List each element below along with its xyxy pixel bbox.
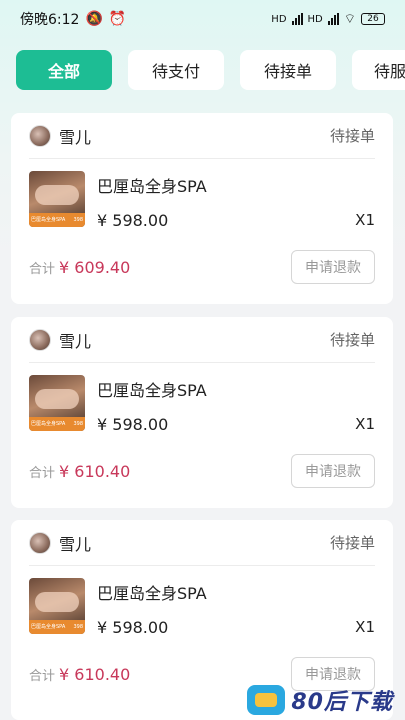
signal-icon-2 <box>327 13 339 25</box>
item-title: 巴厘岛全身SPA <box>97 381 207 400</box>
product-thumbnail: 巴厘岛全身SPA 398 <box>29 578 85 634</box>
thumbnail-caption: 巴厘岛全身SPA 398 <box>29 620 85 634</box>
network-label-1: HD <box>271 13 287 25</box>
order-card[interactable]: 雪儿 待接单 巴厘岛全身SPA 398 巴厘岛全身SPA ¥ 598.00 X1… <box>11 317 393 508</box>
order-card-footer: 合计 ¥ 610.40 申请退款 <box>29 447 375 495</box>
item-price: ¥ 598.00 <box>97 211 169 230</box>
thumbnail-figure <box>35 389 79 409</box>
order-tabs: 全部 待支付 待接单 待服 <box>16 50 405 90</box>
order-status: 待接单 <box>329 534 375 552</box>
tab-pending-payment[interactable]: 待支付 <box>128 50 224 90</box>
total-label: 合计 <box>29 668 56 684</box>
thumbnail-caption: 巴厘岛全身SPA 398 <box>29 213 85 227</box>
watermark: 80后下载 <box>247 684 393 716</box>
order-item[interactable]: 巴厘岛全身SPA 398 巴厘岛全身SPA ¥ 598.00 X1 <box>29 159 375 243</box>
item-title: 巴厘岛全身SPA <box>97 177 207 196</box>
item-title: 巴厘岛全身SPA <box>97 584 207 603</box>
item-info: 巴厘岛全身SPA ¥ 598.00 X1 <box>97 375 375 434</box>
signal-icon-1 <box>291 13 303 25</box>
item-info: 巴厘岛全身SPA ¥ 598.00 X1 <box>97 171 375 230</box>
order-card-header: 雪儿 待接单 <box>29 113 375 159</box>
item-price-row: ¥ 598.00 X1 <box>97 211 375 230</box>
status-right: HD HD ⌔ 26 <box>271 11 385 27</box>
tab-pending-accept[interactable]: 待接单 <box>240 50 336 90</box>
item-quantity: X1 <box>355 211 375 229</box>
thumbnail-price: 398 <box>73 421 83 427</box>
order-status: 待接单 <box>329 127 375 145</box>
total-value: ¥ 610.40 <box>59 461 131 481</box>
refund-button[interactable]: 申请退款 <box>291 250 375 284</box>
battery-icon: 26 <box>361 13 385 25</box>
thumbnail-caption: 巴厘岛全身SPA 398 <box>29 417 85 431</box>
status-bar: 傍晚6:12 🔕 ⏰ HD HD ⌔ 26 <box>0 0 405 38</box>
order-item[interactable]: 巴厘岛全身SPA 398 巴厘岛全身SPA ¥ 598.00 X1 <box>29 363 375 447</box>
thumbnail-caption-text: 巴厘岛全身SPA <box>31 421 66 427</box>
order-card-footer: 合计 ¥ 609.40 申请退款 <box>29 243 375 291</box>
status-left: 傍晚6:12 🔕 ⏰ <box>20 9 126 29</box>
item-price-row: ¥ 598.00 X1 <box>97 415 375 434</box>
refund-button[interactable]: 申请退款 <box>291 454 375 488</box>
total-value: ¥ 610.40 <box>59 664 131 684</box>
item-quantity: X1 <box>355 618 375 636</box>
user-name: 雪儿 <box>59 127 92 147</box>
total-label: 合计 <box>29 465 56 481</box>
order-card[interactable]: 雪儿 待接单 巴厘岛全身SPA 398 巴厘岛全身SPA ¥ 598.00 X1… <box>11 113 393 304</box>
item-price: ¥ 598.00 <box>97 415 169 434</box>
tab-pending-service[interactable]: 待服 <box>352 50 405 90</box>
item-price: ¥ 598.00 <box>97 618 169 637</box>
item-info: 巴厘岛全身SPA ¥ 598.00 X1 <box>97 578 375 637</box>
thumbnail-caption-text: 巴厘岛全身SPA <box>31 624 66 630</box>
alarm-icon: ⏰ <box>108 11 127 27</box>
order-card-header: 雪儿 待接单 <box>29 317 375 363</box>
product-thumbnail: 巴厘岛全身SPA 398 <box>29 375 85 431</box>
user-name: 雪儿 <box>59 534 92 554</box>
avatar <box>29 124 51 147</box>
order-item[interactable]: 巴厘岛全身SPA 398 巴厘岛全身SPA ¥ 598.00 X1 <box>29 566 375 650</box>
avatar <box>29 531 51 554</box>
watermark-logo-icon <box>247 685 286 715</box>
product-thumbnail: 巴厘岛全身SPA 398 <box>29 171 85 227</box>
item-price-row: ¥ 598.00 X1 <box>97 618 375 637</box>
thumbnail-caption-text: 巴厘岛全身SPA <box>31 217 66 223</box>
thumbnail-figure <box>35 185 79 205</box>
order-status: 待接单 <box>329 331 375 349</box>
tab-all[interactable]: 全部 <box>16 50 112 90</box>
thumbnail-price: 398 <box>73 217 83 223</box>
order-card-header: 雪儿 待接单 <box>29 520 375 566</box>
total-label: 合计 <box>29 261 56 277</box>
network-label-2: HD <box>307 13 323 25</box>
total-value: ¥ 609.40 <box>59 257 131 277</box>
mute-icon: 🔕 <box>85 11 103 27</box>
wifi-icon: ⌔ <box>343 12 356 27</box>
watermark-text: 80后下载 <box>291 690 393 715</box>
thumbnail-figure <box>35 592 79 612</box>
thumbnail-price: 398 <box>73 624 83 630</box>
avatar <box>29 328 51 351</box>
user-name: 雪儿 <box>59 331 92 351</box>
status-time: 傍晚6:12 <box>20 12 80 28</box>
item-quantity: X1 <box>355 415 375 433</box>
